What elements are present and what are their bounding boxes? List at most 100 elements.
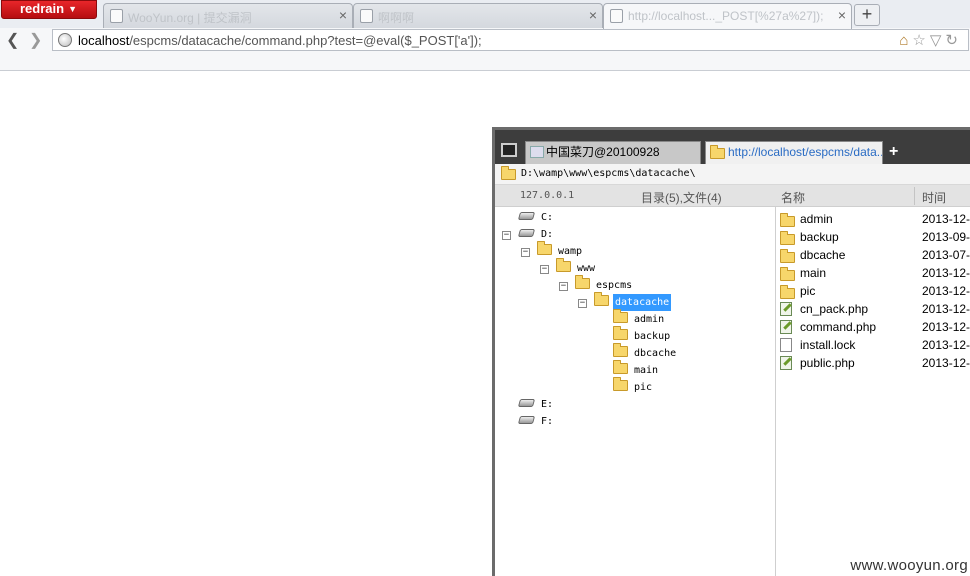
dir-file-stats: 目录(5),文件(4) [641,191,722,205]
file-row[interactable]: public.php 2013-12-11 [776,354,970,372]
column-header-time[interactable]: 时间 [922,189,946,206]
close-icon[interactable]: × [589,7,597,23]
host-ip: 127.0.0.1 [520,190,575,201]
omnibox-icons: ⌂☆▽↻ [899,31,962,49]
tab-localhost[interactable]: http://localhost..._POST[%27a%27]); × [603,3,852,29]
file-name: pic [800,284,816,298]
file-time: 2013-12-11 [922,212,970,226]
star-icon[interactable]: ☆ [912,32,929,49]
file-row[interactable]: admin 2013-12-11 [776,210,970,228]
tab-title: http://localhost..._POST[%27a%27]); [628,9,824,23]
close-icon[interactable]: × [339,7,347,23]
tree-label: main [634,365,659,376]
caidao-tab-site[interactable]: http://localhost/espcms/data... [705,141,883,164]
caidao-window: 中国菜刀@20100928 http://localhost/espcms/da… [492,127,970,576]
tree-item-datacache[interactable]: datacache [594,292,672,311]
reload-icon[interactable]: ↻ [945,32,962,49]
collapse-icon[interactable]: − [559,282,568,291]
close-icon[interactable]: × [838,7,846,23]
tree-item-espcms[interactable]: espcms [575,275,634,294]
tab-second[interactable]: 啊啊啊 × [353,3,603,28]
path-bar[interactable]: D:\wamp\www\espcms\datacache\ [495,164,970,185]
folder-icon [537,241,552,255]
folder-icon [501,166,516,180]
address-url[interactable]: localhost/espcms/datacache/command.php?t… [78,33,482,48]
folder-icon [613,326,628,340]
tree-item-admin[interactable]: admin [613,309,666,328]
profile-button[interactable]: redrain ▼ [1,0,97,19]
sidebar-toggle-icon[interactable] [501,143,517,157]
file-row[interactable]: command.php 2013-12-11 [776,318,970,336]
file-list: admin 2013-12-11 backup 2013-09-10 dbcache… [776,207,970,576]
file-time: 2013-09-10 [922,230,970,244]
file-name: dbcache [800,248,846,262]
toolbar-bottom-edge [0,52,970,71]
folder-icon [780,231,795,245]
drive-icon [517,416,536,424]
collapse-icon[interactable]: − [521,248,530,257]
tree-item-drive-e[interactable]: E: [517,396,555,413]
caidao-tab-label: 中国菜刀@20100928 [546,145,660,159]
column-header-name[interactable]: 名称 [781,189,805,206]
tab-title: 啊啊啊 [378,11,415,25]
tab-title: WooYun.org | 提交漏洞 [128,11,252,25]
window-icon [530,146,544,158]
file-time: 2013-07-15 [922,248,970,262]
address-path: /espcms/datacache/command.php?test=@eval… [129,33,482,48]
tree-label-selected: datacache [613,294,672,311]
page-icon [610,9,623,23]
php-file-icon [780,356,792,370]
tab-wooyun[interactable]: WooYun.org | 提交漏洞 × [103,3,353,28]
folder-icon [613,360,628,374]
tree-label: E: [541,399,554,410]
file-row[interactable]: cn_pack.php 2013-12-11 [776,300,970,318]
address-host: localhost [78,33,130,48]
drive-icon [517,399,536,407]
folder-icon [780,249,795,263]
new-tab-button[interactable]: + [854,4,880,26]
collapse-icon[interactable]: − [540,265,549,274]
file-row[interactable]: main 2013-12-11 [776,264,970,282]
column-separator[interactable] [914,187,915,205]
chevron-down-icon: ▼ [68,4,77,14]
php-file-icon [780,302,792,316]
file-time: 2013-12-11 [922,320,970,334]
file-time: 2013-12-11 [922,266,970,280]
file-name: cn_pack.php [800,302,869,316]
tree-item-dbcache[interactable]: dbcache [613,343,678,362]
address-bar[interactable]: localhost/espcms/datacache/command.php?t… [52,29,969,51]
tree-item-drive-c[interactable]: C: [517,209,555,226]
tree-label: admin [634,314,665,325]
tree-item-drive-f[interactable]: F: [517,413,555,430]
file-row[interactable]: install.lock 2013-12-11 [776,336,970,354]
page-icon [360,9,373,23]
page-icon [110,9,123,23]
file-row[interactable]: dbcache 2013-07-15 [776,246,970,264]
directory-tree: C: − D: − wamp − www − espcms − datacach… [495,207,775,576]
tree-label: pic [634,382,653,393]
dropdown-icon[interactable]: ▽ [930,32,946,49]
tree-item-pic[interactable]: pic [613,377,654,396]
tree-label: C: [541,212,554,223]
tree-label: dbcache [634,348,677,359]
path-value[interactable]: D:\wamp\www\espcms\datacache\ [521,168,696,179]
drive-icon [517,212,536,220]
folder-icon [594,292,609,306]
profile-name: redrain [20,1,65,16]
forward-arrow-icon[interactable]: ❯ [29,30,42,50]
home-icon[interactable]: ⌂ [899,32,912,49]
tree-label: F: [541,416,554,427]
caidao-tab-main[interactable]: 中国菜刀@20100928 [525,141,701,164]
file-row[interactable]: backup 2013-09-10 [776,228,970,246]
file-name: main [800,266,827,280]
php-file-icon [780,320,792,334]
panel-header: 127.0.0.1 目录(5),文件(4) 名称 时间 [495,185,970,207]
back-arrow-icon[interactable]: ❮ [6,30,19,50]
collapse-icon[interactable]: − [502,231,511,240]
folder-icon [780,267,795,281]
file-row[interactable]: pic 2013-12-11 [776,282,970,300]
add-tab-button[interactable]: + [889,143,898,161]
tree-item-backup[interactable]: backup [613,326,672,345]
collapse-icon[interactable]: − [578,299,587,308]
file-name: command.php [800,320,877,334]
